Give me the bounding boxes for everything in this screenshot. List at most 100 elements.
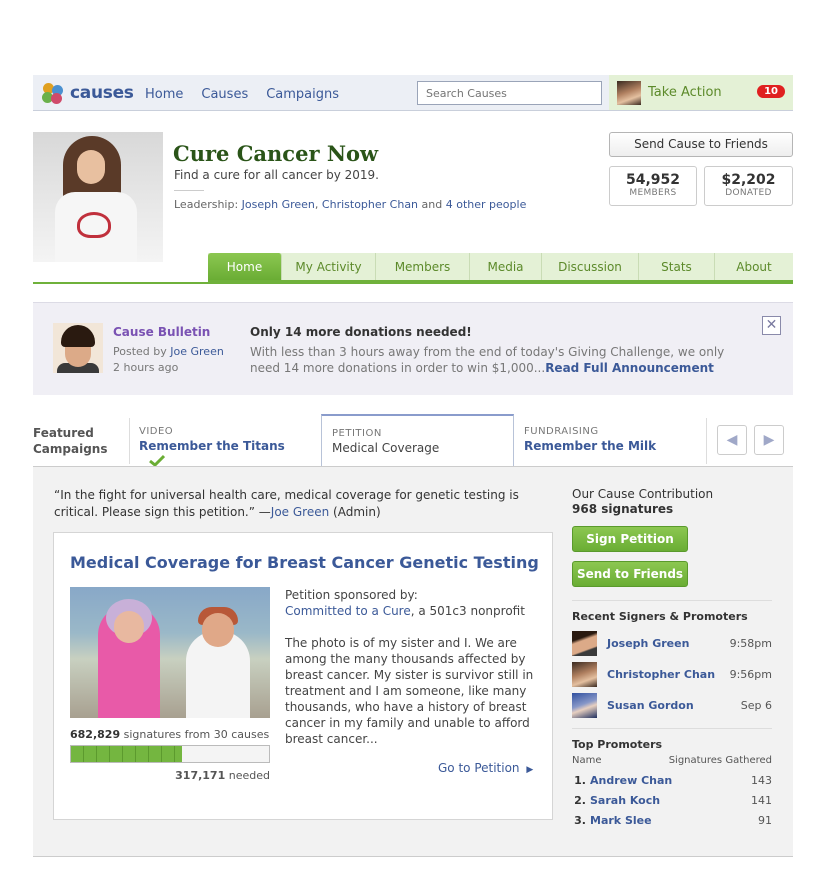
campaign-video[interactable]: VIDEO Remember the Titans [129, 414, 321, 468]
signer-name-link[interactable]: Christopher Chan [607, 668, 730, 681]
promoter-name-link[interactable]: Andrew Chan [590, 774, 751, 787]
leadership: Leadership: Joseph Green, Christopher Ch… [174, 198, 526, 211]
comma: , [314, 198, 319, 211]
campaign-kind: PETITION [332, 428, 382, 439]
quote-author-link[interactable]: Joe Green [271, 505, 329, 519]
campaign-kind: VIDEO [139, 426, 174, 437]
nav-campaigns[interactable]: Campaigns [266, 87, 339, 102]
cause-subtitle: Find a cure for all cancer by 2019. [174, 168, 379, 182]
bulletin-avatar [53, 323, 103, 373]
tab-my-activity[interactable]: My Activity [282, 253, 376, 280]
go-to-petition-link[interactable]: Go to Petition ▶ [438, 761, 533, 775]
divider [572, 728, 772, 729]
members-count: 54,952 [625, 172, 681, 188]
sign-petition-button[interactable]: Sign Petition [572, 526, 688, 552]
petition-content: “In the fight for universal health care,… [33, 467, 793, 857]
progress-fill [71, 746, 182, 762]
campaign-name: Remember the Titans [139, 439, 311, 468]
signer-time: 9:58pm [729, 636, 772, 650]
posted-by-label: Posted by [113, 345, 167, 358]
signer-name-link[interactable]: Susan Gordon [607, 699, 741, 712]
featured-campaigns-label: Featured Campaigns [33, 425, 107, 457]
cause-title: Cure Cancer Now [173, 141, 379, 166]
donated-label: DONATED [725, 188, 772, 198]
promoter-count: 143 [751, 773, 772, 787]
prev-arrow-icon[interactable]: ◀ [717, 425, 747, 455]
causes-logo-icon [41, 82, 65, 104]
take-action-button[interactable]: Take Action 10 [609, 75, 793, 110]
donated-amount: $2,202 [721, 172, 776, 188]
petition-title[interactable]: Medical Coverage for Breast Cancer Genet… [70, 553, 539, 572]
cause-photo [33, 132, 163, 262]
rank: 2. [574, 793, 586, 807]
petition-quote: “In the fight for universal health care,… [54, 487, 534, 521]
campaign-petition[interactable]: PETITION Medical Coverage [321, 414, 514, 467]
nav-causes[interactable]: Causes [201, 87, 248, 102]
signature-count: 682,829 signatures from 30 causes [70, 728, 269, 741]
top-promoters-heading: Top Promoters [572, 738, 663, 751]
main-nav: Home Causes Campaigns [145, 87, 339, 102]
tab-members[interactable]: Members [376, 253, 470, 280]
other-leaders-link[interactable]: 4 other people [446, 198, 527, 211]
user-avatar [617, 80, 641, 105]
col-name: Name [572, 755, 602, 766]
signatures-needed: 317,171 needed [70, 769, 270, 782]
logo-text: causes [70, 83, 134, 103]
rank: 3. [574, 813, 586, 827]
take-action-label: Take Action [648, 85, 722, 100]
signature-progress-bar [70, 745, 270, 763]
contribution-value: 968 signatures [572, 502, 674, 516]
send-to-friends-button[interactable]: Send to Friends [572, 561, 688, 587]
promoter-name-link[interactable]: Sarah Koch [590, 794, 751, 807]
sponsor-link[interactable]: Committed to a Cure [285, 604, 411, 618]
nav-home[interactable]: Home [145, 87, 183, 102]
tab-about[interactable]: About [715, 253, 793, 280]
avatar[interactable] [572, 661, 597, 687]
leadership-label: Leadership: [174, 198, 239, 211]
petition-card: Medical Coverage for Breast Cancer Genet… [53, 532, 553, 820]
leader-link[interactable]: Joseph Green [242, 198, 315, 211]
signer-time: 9:56pm [729, 667, 772, 681]
campaign-fundraising[interactable]: FUNDRAISING Remember the Milk [514, 414, 706, 467]
close-icon[interactable]: ✕ [762, 316, 781, 335]
avatar[interactable] [572, 630, 597, 656]
read-announcement-link[interactable]: Read Full Announcement [545, 361, 714, 375]
go-to-petition-label: Go to Petition [438, 761, 520, 775]
needed-number: 317,171 [175, 769, 226, 782]
list-item: Christopher Chan 9:56pm [572, 659, 772, 689]
leader-link[interactable]: Christopher Chan [322, 198, 418, 211]
avatar[interactable] [572, 692, 597, 718]
next-arrow-icon[interactable]: ▶ [754, 425, 784, 455]
members-stat: 54,952 MEMBERS [609, 166, 697, 206]
featured-label-line2: Campaigns [33, 442, 108, 456]
list-item: Joseph Green 9:58pm [572, 628, 772, 658]
signer-time: Sep 6 [740, 698, 772, 712]
recent-signers-heading: Recent Signers & Promoters [572, 610, 748, 623]
campaign-name: Remember the Milk [524, 439, 657, 453]
sponsor-suffix: , a 501c3 nonprofit [410, 604, 525, 618]
tab-home[interactable]: Home [208, 253, 282, 280]
tab-media[interactable]: Media [470, 253, 542, 280]
search-input[interactable] [417, 81, 602, 105]
bulletin-meta: Posted by Joe Green 2 hours ago [113, 344, 224, 376]
donated-stat: $2,202 DONATED [704, 166, 793, 206]
tab-discussion[interactable]: Discussion [542, 253, 639, 280]
signature-suffix: signatures from 30 causes [123, 728, 270, 741]
promoter-name-link[interactable]: Mark Slee [590, 814, 758, 827]
top-nav-bar: causes Home Causes Campaigns Take Action… [33, 75, 793, 111]
contribution-label: Our Cause Contribution [572, 487, 714, 501]
tab-stats[interactable]: Stats [639, 253, 715, 280]
signature-number: 682,829 [70, 728, 121, 741]
members-label: MEMBERS [629, 188, 677, 198]
causes-logo[interactable]: causes [41, 82, 134, 104]
petition-photo [70, 587, 270, 718]
bulletin-headline: Only 14 more donations needed! [250, 325, 472, 339]
arrow-right-icon: ▶ [526, 765, 534, 775]
bulletin-author-link[interactable]: Joe Green [170, 345, 224, 358]
signer-name-link[interactable]: Joseph Green [607, 637, 730, 650]
list-item: 2. Sarah Koch 141 [572, 790, 772, 810]
needed-suffix: needed [228, 769, 270, 782]
campaign-name: Medical Coverage [332, 441, 440, 455]
send-cause-button[interactable]: Send Cause to Friends [609, 132, 793, 157]
cause-tabs: Home My Activity Members Media Discussio… [208, 253, 793, 282]
